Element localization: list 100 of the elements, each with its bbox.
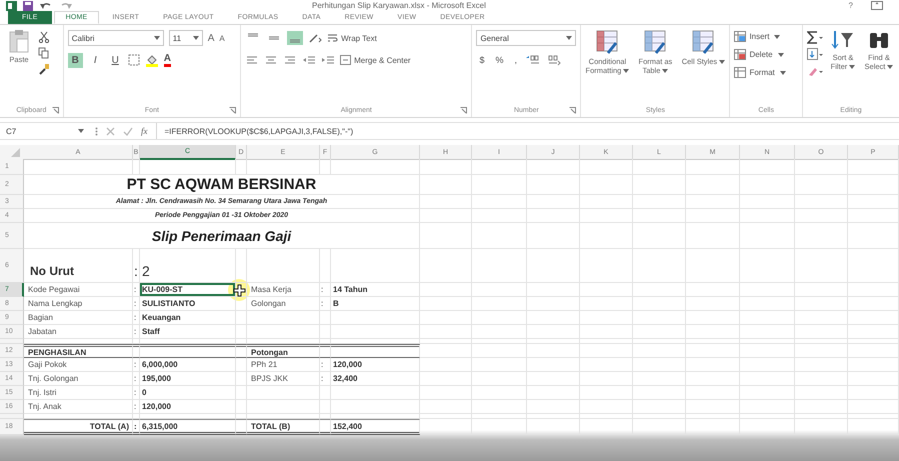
number-format-dropdown[interactable]: General — [476, 30, 576, 46]
fill-color-icon[interactable] — [144, 54, 159, 66]
table-cell[interactable]: : — [133, 297, 140, 311]
number-style-button[interactable]: , — [511, 55, 520, 65]
table-cell[interactable]: 195,000 — [140, 372, 236, 386]
table-cell[interactable] — [140, 344, 236, 358]
fill-down-icon[interactable] — [806, 48, 823, 61]
grow-font-button[interactable]: A — [208, 32, 214, 44]
font-color-button[interactable]: A — [164, 54, 171, 66]
table-cell[interactable]: : — [133, 400, 140, 414]
table-cell[interactable]: Golongan — [247, 297, 320, 311]
table-cell[interactable]: PENGHASILAN — [24, 344, 133, 358]
cells-button[interactable]: Delete — [734, 49, 786, 60]
align-lines-icon[interactable] — [287, 31, 304, 45]
table-cell[interactable]: Staff — [140, 325, 236, 339]
table-cell[interactable] — [236, 344, 247, 358]
table-cell[interactable]: : — [133, 372, 140, 386]
indent-icon[interactable] — [302, 54, 316, 66]
table-cell[interactable]: Bagian — [24, 311, 133, 325]
table-cell[interactable]: : — [320, 372, 331, 386]
table-cell[interactable]: Gaji Pokok — [24, 358, 133, 372]
table-cell[interactable]: Tnj. Istri — [24, 386, 133, 400]
help-button[interactable]: ? — [848, 1, 853, 10]
table-cell[interactable]: 6,315,000 — [140, 419, 236, 435]
table-cell[interactable] — [331, 344, 420, 358]
table-cell[interactable]: B — [331, 297, 420, 311]
formula-field[interactable]: =IFERROR(VLOOKUP($C$6,LAPGAJI,3,FALSE),"-") — [156, 123, 899, 139]
table-cell[interactable]: Jabatan — [24, 325, 133, 339]
table-cell[interactable]: Tnj. Golongan — [24, 372, 133, 386]
table-cell[interactable]: TOTAL (A) — [24, 419, 133, 435]
table-cell[interactable]: : — [133, 419, 140, 435]
table-cell[interactable]: PPh 21 — [247, 358, 320, 372]
table-cell[interactable]: Nama Lengkap — [24, 297, 133, 311]
merged-cell[interactable]: Slip Penerimaan Gaji — [24, 223, 420, 249]
table-cell[interactable]: TOTAL (B) — [247, 419, 320, 435]
orientation-icon[interactable] — [308, 32, 322, 44]
merged-cell[interactable]: PT SC AQWAM BERSINAR — [24, 175, 420, 195]
table-cell[interactable]: 120,000 — [140, 400, 236, 414]
number-style-button[interactable]: % — [492, 55, 506, 65]
cancel-icon[interactable] — [106, 126, 115, 136]
align-lines-icon[interactable] — [283, 54, 298, 66]
check-icon[interactable] — [123, 126, 133, 136]
table-cell[interactable]: 120,000 — [331, 358, 420, 372]
table-cell[interactable]: Masa Kerja — [247, 283, 320, 297]
brush-icon[interactable] — [38, 63, 50, 75]
eraser-icon[interactable] — [806, 65, 823, 78]
table-cell[interactable]: : — [133, 249, 140, 283]
merge-center-button[interactable]: Merge & Center — [340, 55, 411, 65]
font-size-dropdown[interactable]: 11 — [168, 30, 203, 46]
active-cell[interactable]: KU-009-ST — [140, 283, 236, 297]
table-cell[interactable]: : — [133, 358, 140, 372]
row-header[interactable] — [0, 339, 24, 344]
cells-button[interactable]: Insert — [734, 31, 786, 42]
cut-icon[interactable] — [38, 31, 50, 43]
table-cell[interactable]: : — [133, 311, 140, 325]
table-cell[interactable]: No Urut — [24, 249, 133, 283]
font-name-dropdown[interactable]: Calibri — [68, 30, 164, 46]
table-cell[interactable]: : — [133, 325, 140, 339]
autosum-icon[interactable] — [806, 31, 823, 44]
table-cell[interactable]: BPJS JKK — [247, 372, 320, 386]
wrap-text-button[interactable]: Wrap Text — [327, 33, 377, 43]
align-lines-icon[interactable] — [264, 54, 278, 66]
underline-button[interactable]: U — [108, 52, 123, 68]
table-cell[interactable]: Tnj. Anak — [24, 400, 133, 414]
save-icon[interactable] — [23, 0, 33, 10]
table-cell[interactable]: : — [320, 358, 331, 372]
insert-function-button[interactable]: fx — [141, 126, 148, 136]
decimal-increase-icon[interactable] — [524, 54, 541, 66]
table-cell[interactable]: Potongan — [247, 344, 320, 358]
ribbon-display-icon[interactable] — [871, 1, 883, 10]
table-cell[interactable]: : — [320, 297, 331, 311]
dialog-launcher-icon[interactable] — [569, 107, 576, 114]
border-icon[interactable] — [128, 54, 140, 66]
table-cell[interactable] — [133, 344, 140, 358]
row-header[interactable] — [0, 414, 24, 419]
redo-icon[interactable] — [59, 0, 73, 10]
dialog-launcher-icon[interactable] — [460, 107, 468, 114]
bold-button[interactable]: B — [68, 52, 83, 68]
table-cell[interactable]: 32,400 — [331, 372, 420, 386]
undo-icon[interactable] — [39, 0, 53, 10]
table-cell[interactable] — [236, 419, 247, 435]
table-cell[interactable]: 14 Tahun — [331, 283, 420, 297]
table-cell[interactable] — [320, 344, 331, 358]
indent-icon[interactable] — [321, 54, 336, 66]
table-cell[interactable]: 152,400 — [331, 419, 420, 435]
table-cell[interactable]: 0 — [140, 386, 236, 400]
shrink-font-button[interactable]: A — [219, 34, 225, 42]
table-cell[interactable]: : — [320, 283, 331, 297]
table-cell[interactable]: : — [133, 386, 140, 400]
table-cell[interactable]: SULISTIANTO — [140, 297, 236, 311]
dialog-launcher-icon[interactable] — [52, 107, 59, 114]
cells-button[interactable]: Format — [734, 67, 786, 78]
copy-icon[interactable] — [38, 47, 50, 59]
dialog-launcher-icon[interactable] — [229, 107, 236, 114]
table-cell[interactable]: 6,000,000 — [140, 358, 236, 372]
table-cell[interactable]: Keuangan — [140, 311, 236, 325]
table-cell[interactable] — [320, 419, 331, 435]
name-box[interactable]: C7 — [3, 126, 87, 136]
align-lines-icon[interactable] — [245, 54, 260, 66]
table-cell[interactable]: : — [133, 283, 140, 297]
